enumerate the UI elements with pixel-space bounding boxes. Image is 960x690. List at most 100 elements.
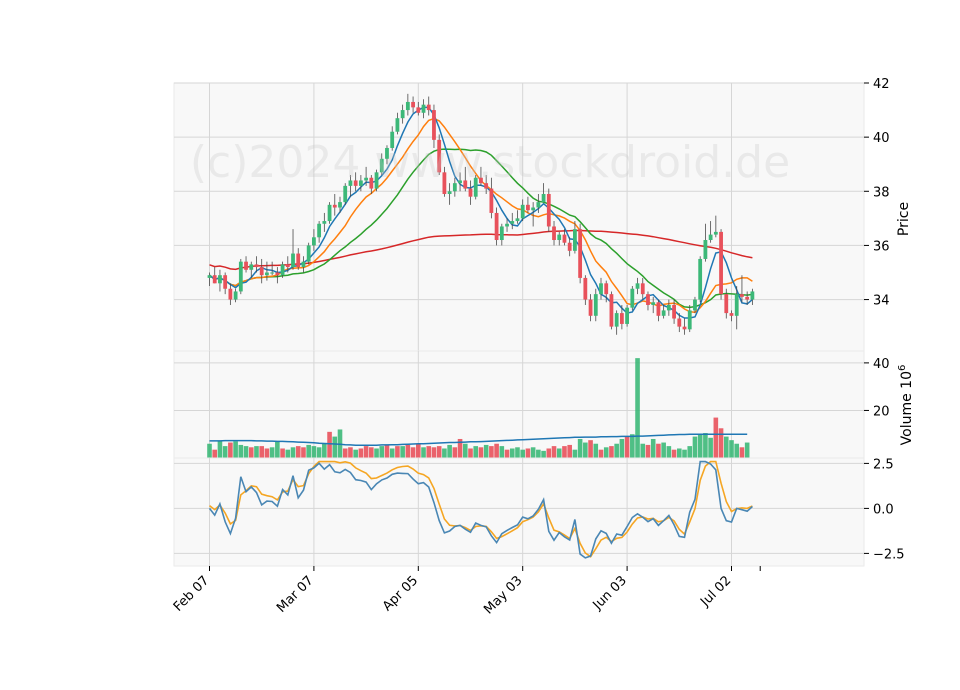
- volume-bar: [744, 442, 750, 458]
- volume-ytick-label: 40: [873, 357, 890, 372]
- volume-bar: [389, 448, 395, 458]
- candle-body: [296, 253, 301, 268]
- volume-bar: [692, 436, 698, 458]
- candle-body: [531, 207, 536, 211]
- volume-bar: [426, 446, 432, 458]
- candle-body: [646, 294, 650, 305]
- x-axis: Feb 07 Mar 07 Apr 05 May 03 Jun 03 Jul 02: [171, 566, 761, 617]
- candle-body: [599, 283, 603, 295]
- volume-bar: [416, 443, 421, 458]
- volume-bar: [504, 449, 510, 458]
- volume-bar: [264, 448, 270, 458]
- volume-bar: [489, 446, 494, 458]
- candle-body: [421, 104, 426, 113]
- volume-bar: [473, 446, 479, 458]
- candle-body: [661, 310, 666, 316]
- volume-bar: [645, 444, 651, 458]
- volume-bar: [494, 443, 499, 458]
- volume-bar: [718, 428, 724, 458]
- candle-body: [552, 226, 556, 241]
- candle-body: [249, 264, 254, 270]
- volume-bar: [729, 440, 734, 458]
- candle-body: [212, 275, 217, 284]
- candle-body: [640, 283, 645, 295]
- volume-bar: [363, 446, 369, 458]
- oscillator-ytick-label: 0.0: [873, 502, 894, 517]
- price-ytick-label: 38: [873, 185, 890, 200]
- volume-bar: [442, 448, 447, 458]
- candle-body: [468, 188, 473, 197]
- candle-body: [567, 242, 572, 251]
- candle-body: [405, 101, 410, 111]
- oscillator-ytick-label: −2.5: [873, 547, 905, 562]
- volume-bar: [306, 444, 311, 458]
- price-panel: 34 36 38 40 42 Price: [173, 77, 912, 352]
- price-ytick-label: 40: [873, 131, 890, 146]
- volume-bar: [316, 447, 322, 458]
- volume-bar: [332, 436, 338, 458]
- candle-body: [447, 191, 452, 194]
- candle-body: [745, 296, 750, 300]
- volume-bar: [509, 448, 515, 458]
- volume-bar: [222, 446, 228, 458]
- volume-bar: [400, 446, 405, 458]
- candle-body: [280, 264, 285, 276]
- candle-body: [698, 258, 703, 300]
- candle-body: [275, 272, 280, 276]
- candle-body: [557, 234, 562, 241]
- volume-bar: [436, 446, 442, 458]
- volume-bar: [551, 446, 557, 458]
- volume-bar: [353, 449, 358, 458]
- volume-bar: [723, 436, 729, 458]
- volume-bar: [462, 443, 468, 458]
- volume-bar: [525, 448, 531, 458]
- volume-bar: [212, 449, 218, 458]
- candle: [719, 229, 723, 300]
- candle-body: [270, 272, 275, 274]
- candle-body: [238, 261, 243, 292]
- candle-body: [619, 313, 624, 324]
- volume-bar: [666, 446, 672, 458]
- volume-bar: [583, 442, 588, 458]
- candle-body: [588, 299, 593, 316]
- candle-body: [291, 253, 295, 268]
- candle-body: [526, 204, 530, 211]
- candle-body: [609, 294, 614, 327]
- x-tick-label: May 03: [481, 573, 525, 617]
- volume-bar: [322, 443, 327, 458]
- candle-body: [233, 291, 238, 300]
- candle-body: [244, 261, 248, 270]
- volume-bar: [520, 449, 525, 458]
- volume-bar: [661, 442, 666, 458]
- volume-bar: [499, 446, 505, 458]
- volume-bar: [280, 448, 285, 458]
- volume-bar: [228, 442, 233, 458]
- candle: [609, 291, 614, 330]
- candle-body: [740, 294, 744, 297]
- volume-bar: [295, 446, 301, 458]
- volume-bar: [285, 449, 291, 458]
- volume-bar: [541, 450, 546, 458]
- volume-panel: 20 40 Volume 106: [173, 350, 915, 459]
- volume-bar: [624, 436, 630, 458]
- candle-body: [489, 188, 494, 213]
- volume-bar: [301, 447, 306, 458]
- volume-bar: [374, 448, 379, 458]
- volume-bar: [697, 434, 703, 458]
- candle-body: [729, 313, 734, 316]
- candle-body: [583, 277, 588, 300]
- volume-bar: [447, 444, 452, 458]
- volume-ytick-label: 20: [873, 404, 890, 419]
- candle-body: [541, 193, 546, 203]
- volume-bar: [671, 449, 677, 458]
- volume-bar: [703, 433, 708, 458]
- candle-body: [666, 304, 671, 311]
- volume-bar: [275, 441, 280, 458]
- volume-bar: [734, 443, 740, 458]
- candle-body: [228, 288, 233, 300]
- x-tick-label: Apr 05: [380, 573, 421, 614]
- volume-bar: [379, 446, 385, 458]
- oscillator-panel: −2.5 0.0 2.5: [173, 457, 905, 567]
- volume-bar: [546, 448, 552, 458]
- candle-body: [593, 294, 598, 316]
